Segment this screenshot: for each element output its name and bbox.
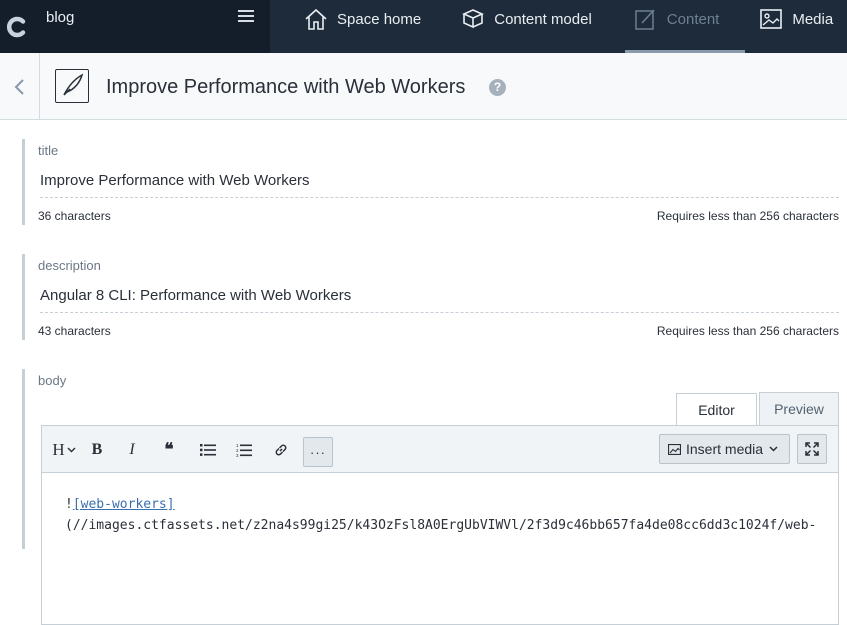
title-input[interactable]: Improve Performance with Web Workers [40, 172, 839, 198]
editor-tabs: Editor Preview [676, 392, 839, 426]
nav-label: Media [792, 11, 834, 28]
markdown-text-area[interactable]: ![web-workers] (//images.ctfassets.net/z… [42, 473, 838, 536]
image-icon [668, 443, 681, 455]
nav-media[interactable]: Media [758, 0, 833, 53]
tab-preview[interactable]: Preview [759, 392, 839, 425]
chevron-left-icon [14, 78, 24, 95]
entry-title: Improve Performance with Web Workers [106, 76, 466, 98]
edit-document-icon [635, 9, 655, 30]
field-label: title [38, 143, 59, 158]
chevron-down-icon [769, 446, 778, 452]
hamburger-menu-icon[interactable] [238, 10, 254, 24]
nav-space-home[interactable]: Space home [303, 0, 421, 53]
contentful-logo-icon[interactable] [0, 9, 34, 45]
house-icon [305, 8, 327, 30]
cubes-icon [462, 9, 485, 29]
heading-button[interactable]: H [50, 426, 78, 473]
markdown-image-url: (//images.ctfassets.net/z2na4s99gi25/k43… [65, 518, 817, 533]
bullet-list-button[interactable] [196, 426, 220, 473]
field-label: body [38, 373, 67, 388]
svg-text:3: 3 [236, 453, 239, 457]
fullscreen-button[interactable] [797, 434, 827, 464]
space-name[interactable]: blog [46, 9, 74, 26]
editor-toolbar: H B I ❝ 1 2 3 ··· Insert media [42, 426, 838, 473]
insert-media-button[interactable]: Insert media [659, 434, 790, 464]
bold-button[interactable]: B [86, 426, 108, 473]
markdown-image-alt-link[interactable]: [web-workers] [73, 497, 175, 512]
quote-button[interactable]: ❝ [158, 426, 180, 473]
field-label: description [38, 258, 101, 273]
bullet-list-icon [200, 443, 216, 456]
link-icon [275, 444, 287, 455]
back-button[interactable] [0, 53, 40, 120]
markdown-image-bang: ! [65, 497, 73, 512]
italic-button[interactable]: I [122, 426, 142, 473]
top-navigation: blog Space home Content model Content Me… [0, 0, 847, 53]
numbered-list-button[interactable]: 1 2 3 [232, 426, 256, 473]
character-count: 43 characters [38, 324, 111, 338]
body-field: body Editor Preview H B I ❝ 1 2 3 ··· In… [22, 369, 839, 625]
expand-icon [805, 442, 819, 456]
more-options-button[interactable]: ··· [303, 437, 333, 467]
image-icon [760, 9, 783, 29]
title-field: title Improve Performance with Web Worke… [22, 139, 839, 225]
tab-editor[interactable]: Editor [676, 393, 757, 426]
markdown-editor: H B I ❝ 1 2 3 ··· Insert media ![web-wor… [41, 425, 839, 625]
description-input[interactable]: Angular 8 CLI: Performance with Web Work… [40, 287, 839, 313]
chevron-down-icon [67, 447, 76, 452]
description-field: description Angular 8 CLI: Performance w… [22, 254, 839, 340]
nav-label: Space home [337, 11, 422, 28]
insert-media-label: Insert media [686, 441, 764, 457]
nav-label: Content [666, 11, 720, 28]
character-limit: Requires less than 256 characters [656, 324, 839, 338]
nav-content[interactable]: Content [624, 0, 745, 53]
numbered-list-icon: 1 2 3 [236, 443, 252, 457]
entry-quill-icon [55, 69, 89, 103]
heading-label: H [52, 439, 65, 459]
nav-content-model[interactable]: Content model [460, 0, 592, 53]
character-limit: Requires less than 256 characters [656, 209, 839, 223]
entry-header: Improve Performance with Web Workers ? [0, 53, 847, 120]
help-icon[interactable]: ? [489, 79, 506, 96]
character-count: 36 characters [38, 209, 111, 223]
link-button[interactable] [270, 426, 292, 473]
space-switcher[interactable]: blog [0, 0, 270, 53]
nav-label: Content model [494, 11, 592, 28]
